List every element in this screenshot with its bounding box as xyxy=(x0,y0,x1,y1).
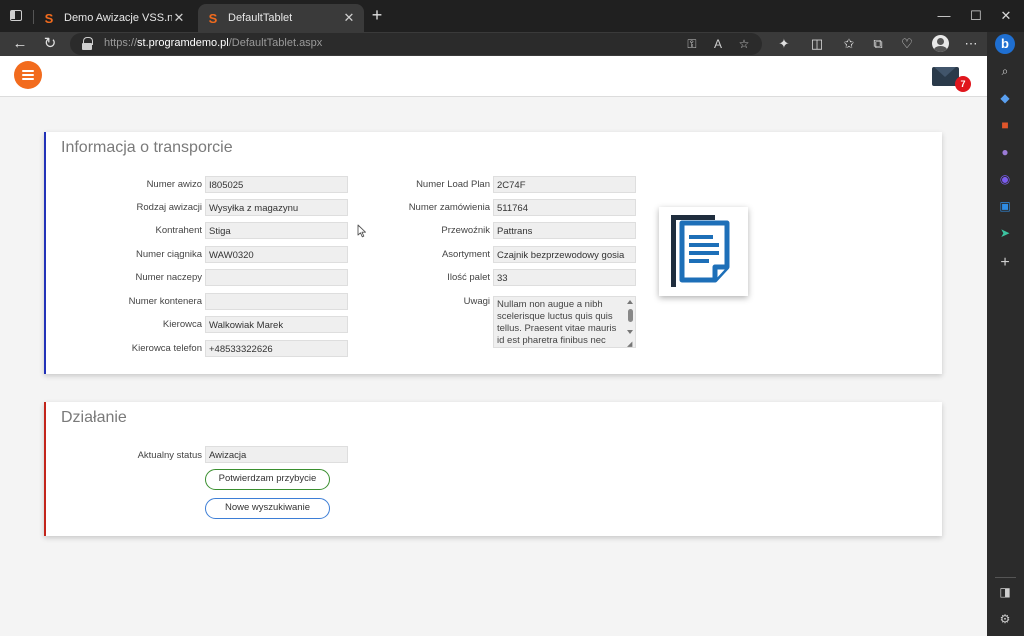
favorite-star-icon[interactable]: ☆ xyxy=(736,36,752,52)
new-search-button[interactable]: Nowe wyszukiwanie xyxy=(205,498,330,519)
search-icon[interactable]: ⌕ xyxy=(996,62,1014,80)
field-kierowca[interactable]: Walkowiak Marek xyxy=(205,316,348,333)
lock-icon xyxy=(82,37,93,50)
people-icon[interactable]: ● xyxy=(996,143,1014,161)
browser-tab-defaulttablet[interactable]: S DefaultTablet ✕ xyxy=(198,4,364,32)
browser-toolbar: ← ↻ https://st.programdemo.pl/DefaultTab… xyxy=(0,32,1024,56)
back-icon[interactable]: ← xyxy=(10,34,30,54)
settings-gear-icon[interactable]: ⚙ xyxy=(996,610,1014,628)
close-window-icon[interactable]: ✕ xyxy=(996,6,1016,26)
address-bar[interactable]: https://st.programdemo.pl/DefaultTablet.… xyxy=(70,33,762,55)
label-uwagi: Uwagi xyxy=(463,296,490,307)
browser-essentials-icon[interactable]: ♡ xyxy=(898,35,916,53)
field-kierowca-telefon[interactable]: +48533322626 xyxy=(205,340,348,357)
confirm-arrival-button[interactable]: Potwierdzam przybycie xyxy=(205,469,330,490)
new-tab-icon[interactable]: + xyxy=(368,6,386,24)
scroll-thumb[interactable] xyxy=(628,309,633,322)
document-icon-tile[interactable] xyxy=(659,207,748,296)
label-numer-zamowienia: Numer zamówienia xyxy=(408,202,490,213)
field-numer-load-plan[interactable]: 2C74F xyxy=(493,176,636,193)
profile-avatar-icon[interactable] xyxy=(932,35,949,52)
browser-tab-bar: S Demo Awizacje VSS.net - Demo ... ✕ S D… xyxy=(0,0,1024,32)
outlook-icon[interactable]: ▣ xyxy=(996,197,1014,215)
unread-count-badge: 7 xyxy=(955,76,971,92)
shopping-tag-icon[interactable]: ◆ xyxy=(996,89,1014,107)
vss-favicon-icon: S xyxy=(44,10,54,26)
field-aktualny-status[interactable]: Awizacja xyxy=(205,446,348,463)
maximize-icon[interactable]: ☐ xyxy=(966,6,986,26)
vss-favicon-icon: S xyxy=(208,10,218,26)
field-numer-zamowienia[interactable]: 511764 xyxy=(493,199,636,216)
field-numer-kontenera[interactable] xyxy=(205,293,348,310)
field-asortyment[interactable]: Czajnik bezprzewodowy gosia xyxy=(493,246,636,263)
label-aktualny-status: Aktualny status xyxy=(137,450,202,461)
hide-sidebar-icon[interactable]: ◨ xyxy=(996,583,1014,601)
document-icon xyxy=(671,215,730,287)
field-ilosc-palet[interactable]: 33 xyxy=(493,269,636,286)
field-numer-awizo[interactable]: I805025 xyxy=(205,176,348,193)
close-tab-icon[interactable]: ✕ xyxy=(342,10,356,26)
mouse-cursor-icon xyxy=(357,224,366,238)
notes-scrollbar[interactable]: ◢ xyxy=(626,297,635,348)
scroll-up-arrow-icon[interactable] xyxy=(627,300,633,304)
label-numer-ciagnika: Numer ciągnika xyxy=(136,249,202,260)
label-ilosc-palet: Ilość palet xyxy=(447,272,490,283)
add-sidebar-app-icon[interactable]: + xyxy=(996,254,1014,272)
label-rodzaj-awizacji: Rodzaj awizacji xyxy=(136,202,202,213)
split-screen-icon[interactable]: ◫ xyxy=(808,35,826,53)
minimize-icon[interactable]: — xyxy=(934,6,954,26)
app-header: 7 xyxy=(0,56,987,97)
scroll-down-arrow-icon[interactable] xyxy=(627,330,633,334)
label-kierowca-telefon: Kierowca telefon xyxy=(131,343,202,354)
more-options-icon[interactable]: ⋯ xyxy=(962,35,980,53)
field-numer-ciagnika[interactable]: WAW0320 xyxy=(205,246,348,263)
field-kontrahent[interactable]: Stiga xyxy=(205,222,348,239)
label-numer-naczepy: Numer naczepy xyxy=(135,272,202,283)
resize-grip-icon[interactable]: ◢ xyxy=(627,340,632,348)
label-kierowca: Kierowca xyxy=(162,319,202,330)
label-asortyment: Asortyment xyxy=(441,249,490,260)
field-numer-naczepy[interactable] xyxy=(205,269,348,286)
tab-actions-icon[interactable] xyxy=(8,7,26,25)
label-przewoznik: Przewoźnik xyxy=(441,225,490,236)
favorites-icon[interactable]: ✩ xyxy=(840,35,858,53)
notes-textarea[interactable]: Nullam non augue a nibh scelerisque luct… xyxy=(493,296,636,348)
label-numer-kontenera: Numer kontenera xyxy=(128,296,202,307)
close-tab-icon[interactable]: ✕ xyxy=(172,10,186,26)
office-icon[interactable]: ◉ xyxy=(996,170,1014,188)
field-przewoznik[interactable]: Pattrans xyxy=(493,222,636,239)
key-icon[interactable]: ⚿ xyxy=(684,36,700,52)
browser-tab-demo[interactable]: S Demo Awizacje VSS.net - Demo ... ✕ xyxy=(34,4,194,32)
copilot-icon[interactable]: b xyxy=(995,34,1015,54)
section-title: Działanie xyxy=(61,409,127,426)
collections-icon[interactable]: ⧉ xyxy=(869,35,887,53)
section-title: Informacja o transporcie xyxy=(61,139,233,156)
tab-title: Demo Awizacje VSS.net - Demo ... xyxy=(64,12,172,24)
edge-sidebar: b ⌕ ◆ ■ ● ◉ ▣ ➤ + ◨ ⚙ xyxy=(987,32,1024,636)
page-viewport: 7 Informacja o transporcie Numer awizo I… xyxy=(0,56,987,636)
label-numer-load-plan: Numer Load Plan xyxy=(416,179,490,190)
read-aloud-icon[interactable]: A xyxy=(710,36,726,52)
tools-icon[interactable]: ■ xyxy=(996,116,1014,134)
field-rodzaj-awizacji[interactable]: Wysyłka z magazynu xyxy=(205,199,348,216)
send-icon[interactable]: ➤ xyxy=(996,224,1014,242)
hamburger-menu-icon[interactable] xyxy=(14,61,42,89)
refresh-icon[interactable]: ↻ xyxy=(40,34,60,54)
transport-info-card: Informacja o transporcie Numer awizo I80… xyxy=(44,132,942,374)
label-kontrahent: Kontrahent xyxy=(155,225,202,236)
url-text: https://st.programdemo.pl/DefaultTablet.… xyxy=(104,37,323,49)
extensions-icon[interactable]: ✦ xyxy=(775,35,793,53)
label-numer-awizo: Numer awizo xyxy=(146,179,202,190)
sidebar-divider xyxy=(995,577,1016,578)
action-card: Działanie Aktualny status Awizacja Potwi… xyxy=(44,402,942,536)
tab-title: DefaultTablet xyxy=(228,12,293,24)
